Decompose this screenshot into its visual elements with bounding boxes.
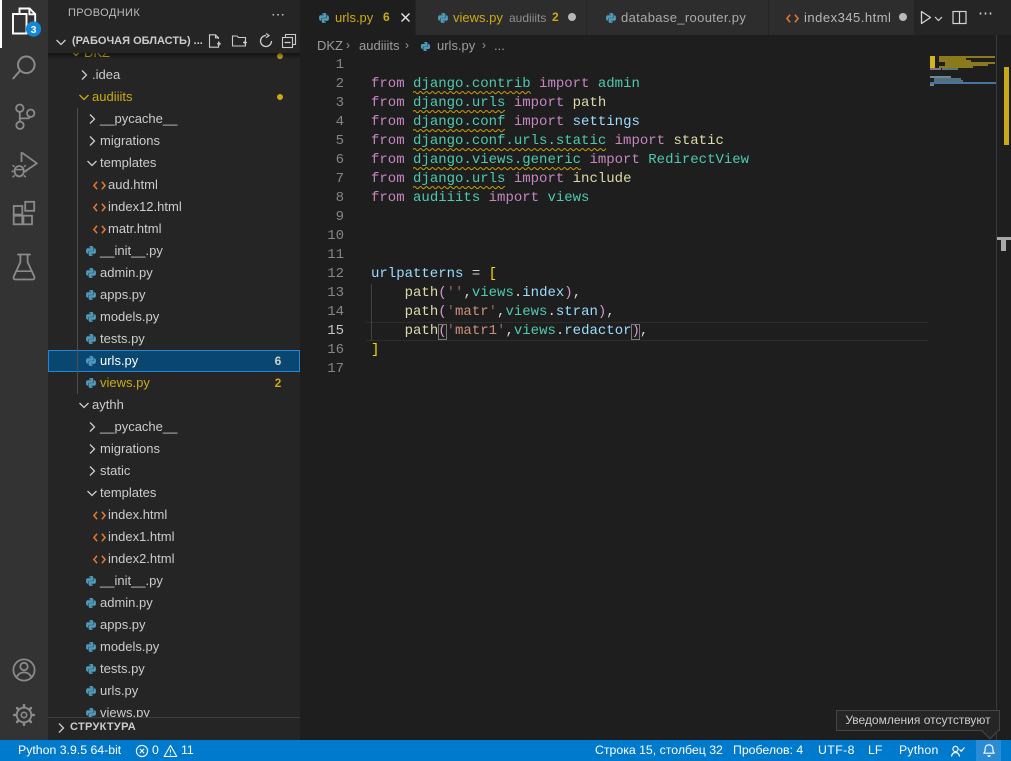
svg-text:3: 3 — [31, 24, 37, 36]
